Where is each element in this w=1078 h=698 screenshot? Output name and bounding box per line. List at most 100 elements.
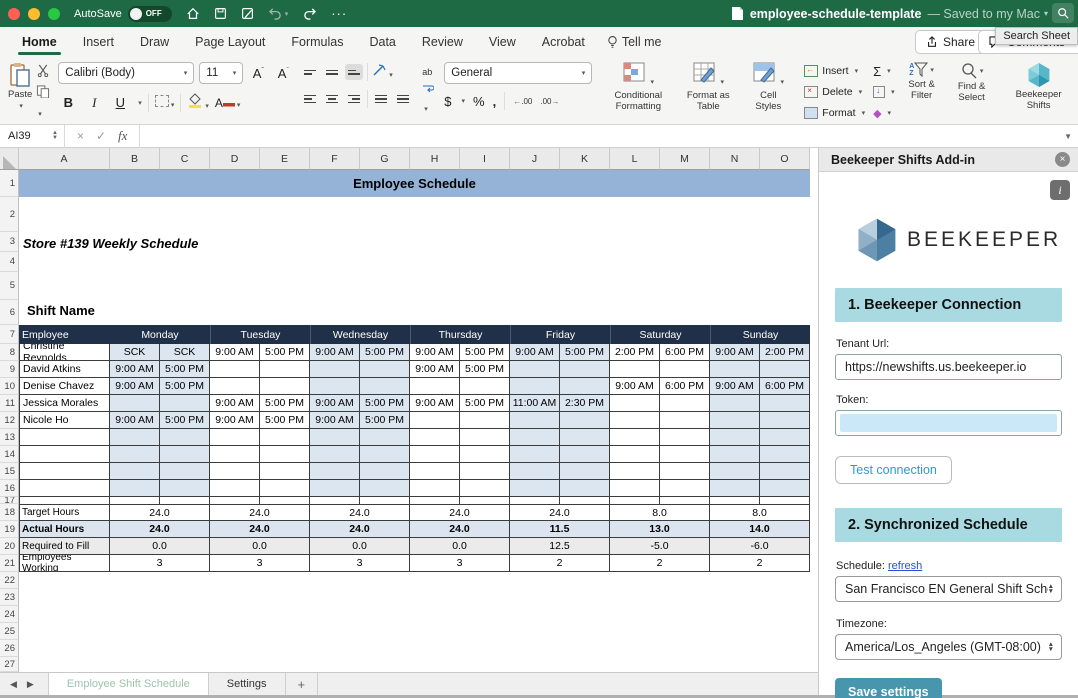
save-settings-button[interactable]: Save settings — [835, 678, 942, 698]
shift-cell[interactable]: 5:00 PM — [460, 344, 510, 361]
name-box[interactable]: AI39 — [0, 130, 52, 142]
document-save-status[interactable]: — Saved to my Mac — [927, 7, 1040, 21]
shift-name-label[interactable]: Shift Name — [27, 303, 227, 321]
shift-cell[interactable] — [660, 480, 710, 497]
shift-cell[interactable] — [560, 378, 610, 395]
italic-button[interactable]: I — [84, 95, 104, 111]
info-icon[interactable]: i — [1050, 180, 1070, 200]
shift-cell[interactable]: 5:00 PM — [460, 395, 510, 412]
shift-cell[interactable]: 9:00 AM — [310, 395, 360, 412]
shift-cell[interactable]: 9:00 AM — [110, 378, 160, 395]
spacer-cell[interactable] — [460, 497, 510, 504]
shift-cell[interactable] — [660, 429, 710, 446]
summary-label-cell[interactable]: Employees Working — [19, 555, 110, 572]
shift-cell[interactable] — [710, 480, 760, 497]
shift-cell[interactable]: 2:00 PM — [610, 344, 660, 361]
fill-icon[interactable]: ↓▾ — [873, 83, 895, 101]
spacer-cell[interactable] — [260, 497, 310, 504]
sort-filter-button[interactable]: AZ▾ Sort & Filter — [903, 62, 941, 124]
wrap-text-icon[interactable]: ab▾ — [422, 62, 436, 116]
employee-name-cell[interactable] — [19, 480, 110, 497]
shift-cell[interactable] — [510, 412, 560, 429]
shift-cell[interactable] — [310, 480, 360, 497]
spacer-cell[interactable] — [210, 497, 260, 504]
add-sheet-button[interactable]: + — [286, 673, 319, 695]
shift-cell[interactable]: 5:00 PM — [560, 344, 610, 361]
row-header-26[interactable]: 26 — [0, 640, 19, 657]
shift-cell[interactable] — [660, 395, 710, 412]
shift-cell[interactable] — [610, 429, 660, 446]
cell-styles-button[interactable]: ▾ Cell Styles — [746, 62, 790, 124]
confirm-entry-icon[interactable]: ✓ — [96, 129, 106, 143]
shift-cell[interactable] — [510, 446, 560, 463]
increase-font-icon[interactable]: Aˆ — [248, 66, 268, 81]
shift-cell[interactable] — [660, 361, 710, 378]
font-name-select[interactable]: Calibri (Body)▾ — [58, 62, 194, 84]
shift-cell[interactable] — [110, 446, 160, 463]
beekeeper-shifts-button[interactable]: Beekeeper Shifts — [1011, 62, 1067, 124]
shift-cell[interactable] — [760, 429, 810, 446]
shift-cell[interactable] — [560, 412, 610, 429]
summary-value-cell[interactable]: 3 — [210, 555, 310, 572]
shift-cell[interactable]: 6:00 PM — [660, 344, 710, 361]
summary-value-cell[interactable]: 2 — [610, 555, 710, 572]
shift-cell[interactable] — [110, 429, 160, 446]
minimize-window-button[interactable] — [28, 8, 40, 20]
copy-icon[interactable]: ▾ — [36, 85, 50, 121]
shift-cell[interactable]: 5:00 PM — [360, 395, 410, 412]
shift-cell[interactable] — [160, 480, 210, 497]
align-left-icon[interactable] — [301, 91, 319, 107]
column-header-A[interactable]: A — [19, 148, 110, 170]
shift-cell[interactable] — [210, 446, 260, 463]
shift-cell[interactable] — [760, 412, 810, 429]
shift-cell[interactable] — [210, 361, 260, 378]
shift-cell[interactable] — [410, 429, 460, 446]
spacer-cell[interactable] — [710, 497, 760, 504]
tab-view[interactable]: View — [485, 27, 520, 57]
shift-cell[interactable] — [310, 361, 360, 378]
autosave-toggle[interactable]: OFF — [128, 6, 172, 22]
summary-value-cell[interactable]: 3 — [110, 555, 210, 572]
summary-value-cell[interactable]: 14.0 — [710, 521, 810, 538]
store-subtitle[interactable]: Store #139 Weekly Schedule — [23, 236, 323, 254]
shift-cell[interactable] — [460, 412, 510, 429]
row-header-24[interactable]: 24 — [0, 606, 19, 623]
tab-tell-me[interactable]: Tell me — [607, 35, 662, 49]
shift-cell[interactable] — [410, 463, 460, 480]
more-commands-icon[interactable]: ··· — [331, 6, 347, 21]
conditional-formatting-button[interactable]: ▾ Conditional Formatting — [606, 62, 670, 124]
employee-name-cell[interactable]: Nicole Ho — [19, 412, 110, 429]
shift-cell[interactable] — [460, 378, 510, 395]
shift-cell[interactable] — [360, 361, 410, 378]
shift-cell[interactable]: 9:00 AM — [310, 344, 360, 361]
shift-cell[interactable] — [310, 446, 360, 463]
shift-cell[interactable]: 5:00 PM — [360, 344, 410, 361]
shift-cell[interactable]: SCK — [110, 344, 160, 361]
format-as-table-button[interactable]: ▾ Format as Table — [682, 62, 734, 124]
shift-cell[interactable] — [360, 480, 410, 497]
shift-cell[interactable] — [460, 463, 510, 480]
paste-button[interactable]: Paste ▾ — [8, 62, 32, 124]
shift-cell[interactable] — [410, 446, 460, 463]
shift-cell[interactable] — [260, 361, 310, 378]
shift-cell[interactable] — [110, 480, 160, 497]
row-header-9[interactable]: 9 — [0, 361, 19, 378]
tab-insert[interactable]: Insert — [79, 27, 118, 57]
table-header-day[interactable]: Wednesday — [310, 325, 410, 344]
font-color-icon[interactable]: A▾ — [215, 94, 241, 112]
number-format-select[interactable]: General▾ — [444, 62, 592, 84]
undo-icon[interactable]: ▾ — [268, 7, 289, 20]
shift-cell[interactable]: 5:00 PM — [460, 361, 510, 378]
shift-cell[interactable]: 11:00 AM — [510, 395, 560, 412]
fill-color-icon[interactable]: ▾ — [187, 92, 209, 113]
shift-cell[interactable]: 9:00 AM — [210, 344, 260, 361]
shift-cell[interactable]: 5:00 PM — [360, 412, 410, 429]
shift-cell[interactable]: 9:00 AM — [210, 412, 260, 429]
borders-icon[interactable]: ▾ — [155, 94, 175, 112]
sheet-tab-settings[interactable]: Settings — [209, 673, 286, 695]
sheet-title-cell[interactable]: Employee Schedule — [19, 170, 810, 197]
shift-cell[interactable] — [760, 463, 810, 480]
shift-cell[interactable] — [710, 361, 760, 378]
shift-cell[interactable] — [260, 429, 310, 446]
shift-cell[interactable] — [760, 395, 810, 412]
